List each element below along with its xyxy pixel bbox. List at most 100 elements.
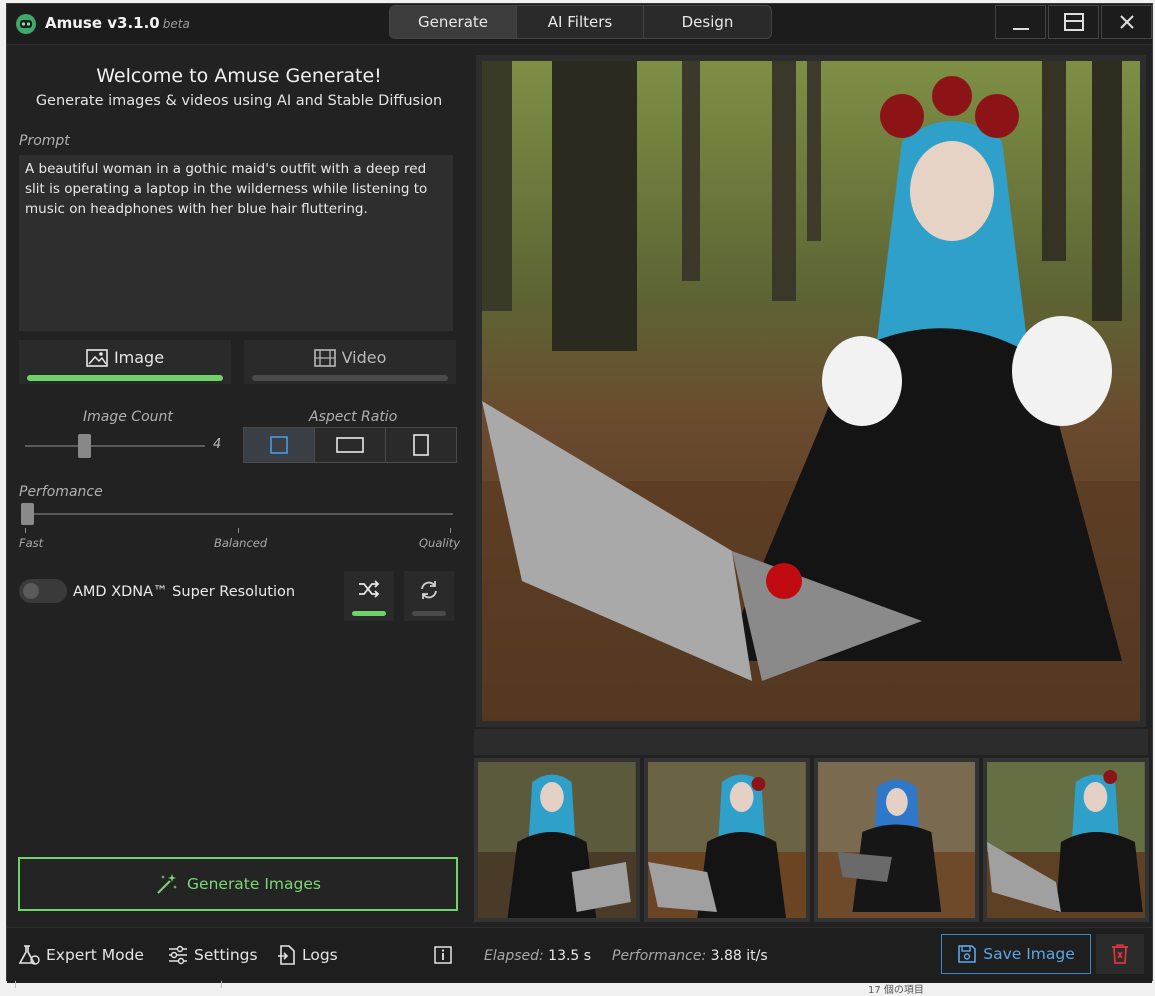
thumbnail-image [647, 762, 806, 918]
thumbnail-strip [474, 758, 1149, 922]
aspect-square-button[interactable] [244, 428, 315, 462]
progress-strip [474, 729, 1148, 755]
square-icon [270, 436, 288, 454]
beta-badge: beta [162, 17, 190, 31]
tick-label-fast: Fast [19, 536, 44, 550]
save-icon [958, 945, 977, 963]
generate-images-label: Generate Images [187, 875, 321, 893]
toggle-knob [23, 583, 39, 599]
delete-image-button[interactable] [1096, 934, 1144, 974]
welcome-subtitle: Generate images & videos using AI and St… [35, 93, 443, 109]
shuffle-seed-button[interactable] [344, 571, 394, 621]
generate-images-button[interactable]: Generate Images [18, 857, 458, 911]
log-file-icon [278, 945, 295, 965]
prompt-input[interactable]: A beautiful woman in a gothic maid's out… [19, 155, 453, 331]
expert-mode-button[interactable]: Expert Mode [17, 944, 144, 966]
save-image-button[interactable]: Save Image [941, 934, 1091, 974]
magic-wand-icon [157, 874, 178, 894]
window-controls [993, 5, 1152, 41]
thumbnail-3[interactable] [813, 758, 980, 922]
performance-slider[interactable] [21, 503, 34, 525]
footer-bar: Expert Mode Settings Logs Elapsed: 13.5 … [7, 927, 1152, 983]
close-button[interactable] [1101, 5, 1152, 39]
elapsed-value: 13.5 s [548, 948, 592, 964]
landscape-icon [336, 437, 364, 453]
image-count-track[interactable] [25, 445, 205, 447]
elapsed-stat: Elapsed: 13.5 s [484, 948, 591, 964]
performance-label: Perfomance [19, 484, 103, 500]
image-icon [86, 348, 108, 367]
tick-mark [25, 528, 26, 533]
app-title: Amuse v3.1.0 beta [45, 14, 190, 32]
tick-mark [450, 528, 451, 533]
performance-stat: Performance: 3.88 it/s [612, 948, 768, 964]
thumbnail-2[interactable] [643, 758, 810, 922]
portrait-icon [413, 434, 429, 456]
close-icon [1119, 15, 1134, 29]
performance-stat-value: 3.88 it/s [710, 948, 768, 964]
settings-label: Settings [194, 946, 258, 964]
info-button[interactable] [434, 946, 452, 964]
thumbnail-image [478, 762, 636, 918]
video-mode-indicator [252, 375, 448, 381]
trash-icon [1112, 944, 1128, 964]
background-window-text: 17 個の項目 [868, 985, 924, 996]
logs-label: Logs [302, 946, 338, 964]
expert-mode-label: Expert Mode [46, 946, 144, 964]
save-image-label: Save Image [983, 945, 1075, 963]
info-icon [434, 946, 452, 964]
image-count-value: 4 [213, 437, 222, 452]
app-title-text: Amuse v3.1.0 [45, 14, 160, 32]
tab-design[interactable]: Design [644, 6, 771, 38]
generated-image-preview[interactable] [476, 55, 1146, 727]
video-mode-button[interactable]: Video [244, 340, 456, 384]
sliders-icon [169, 945, 187, 965]
film-icon [313, 348, 336, 367]
repeat-seed-button[interactable] [404, 571, 454, 621]
performance-track[interactable] [21, 513, 453, 515]
thumbnail-image [987, 762, 1145, 918]
background-window-edge [15, 981, 222, 988]
thumbnail-1[interactable] [474, 758, 640, 922]
maximize-icon [1063, 13, 1084, 31]
amuse-logo-icon [16, 14, 36, 34]
super-resolution-toggle[interactable] [19, 579, 67, 603]
shuffle-icon [359, 580, 380, 598]
settings-button[interactable]: Settings [167, 944, 258, 966]
thumbnail-4[interactable] [983, 758, 1149, 922]
tick-mark [238, 528, 239, 533]
aspect-landscape-button[interactable] [315, 428, 386, 462]
image-mode-indicator [27, 375, 223, 381]
main-tabs: Generate AI Filters Design [389, 5, 772, 39]
minimize-button[interactable] [995, 5, 1046, 39]
super-resolution-label: AMD XDNA™ Super Resolution [73, 584, 296, 600]
image-count-slider[interactable] [78, 434, 92, 458]
minimize-icon [1012, 28, 1029, 30]
thumbnail-image [817, 762, 976, 918]
aspect-portrait-button[interactable] [386, 428, 456, 462]
aspect-ratio-label: Aspect Ratio [309, 409, 398, 425]
left-panel: Welcome to Amuse Generate! Generate imag… [7, 45, 471, 925]
tick-label-balanced: Balanced [214, 536, 268, 550]
elapsed-label: Elapsed: [484, 948, 544, 964]
shuffle-indicator [352, 611, 386, 616]
tab-generate[interactable]: Generate [390, 6, 517, 38]
prompt-label: Prompt [19, 133, 70, 149]
video-mode-label: Video [341, 348, 387, 367]
tab-ai-filters[interactable]: AI Filters [517, 6, 644, 38]
image-mode-button[interactable]: Image [19, 340, 231, 384]
image-mode-label: Image [113, 348, 165, 367]
logs-button[interactable]: Logs [277, 944, 338, 966]
tick-label-quality: Quality [419, 536, 461, 550]
flask-icon [18, 945, 40, 965]
welcome-title: Welcome to Amuse Generate! [96, 65, 382, 87]
image-count-label: Image Count [83, 409, 173, 425]
repeat-indicator [412, 611, 446, 616]
generated-image [482, 61, 1140, 721]
app-window: Amuse v3.1.0 beta Generate AI Filters Des… [6, 3, 1153, 983]
performance-stat-label: Performance: [612, 948, 707, 964]
aspect-ratio-selector [243, 427, 457, 463]
maximize-button[interactable] [1048, 5, 1099, 39]
refresh-icon [421, 581, 437, 599]
title-bar: Amuse v3.1.0 beta Generate AI Filters Des… [7, 4, 1152, 45]
